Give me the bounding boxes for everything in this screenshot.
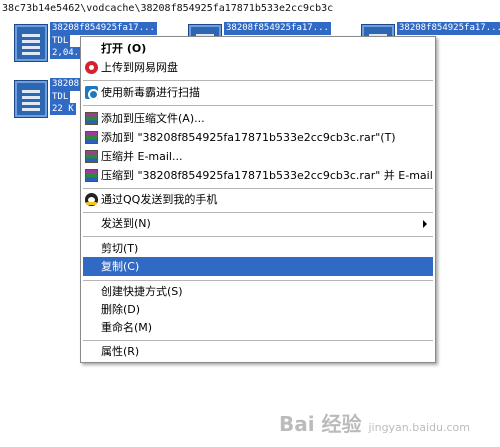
menu-item-label: 发送到(N) [101,217,151,230]
menu-item-label: 创建快捷方式(S) [101,285,183,298]
file-name: 38208f854925fa17... [50,22,157,35]
menu-separator [83,340,433,341]
menu-separator [83,80,433,81]
watermark-url: jingyan.baidu.com [368,421,470,434]
menu-item-label: 添加到 "38208f854925fa17871b533e2cc9cb3c.ra… [101,131,396,144]
menu-separator [83,236,433,237]
file-size: 22 K [50,103,76,115]
menu-item-rename[interactable]: 重命名(M) [83,318,433,337]
menu-item-label: 打开 (O) [101,42,147,55]
menu-item-properties[interactable]: 属性(R) [83,342,433,361]
qq-icon [85,193,98,206]
menu-item-label: 重命名(M) [101,321,153,334]
watermark: Bai 经验 jingyan.baidu.com [279,408,470,437]
menu-item-label: 使用新毒霸进行扫描 [101,86,200,99]
file-name: 38208f854925fa17... [397,22,500,35]
rar-icon [85,150,98,163]
menu-separator [83,280,433,281]
menu-item-qq-send[interactable]: 通过QQ发送到我的手机 [83,190,433,209]
menu-item-open[interactable]: 打开 (O) [83,39,433,58]
rar-icon [85,131,98,144]
menu-item-scan[interactable]: 使用新毒霸进行扫描 [83,83,433,102]
menu-item-cut[interactable]: 剪切(T) [83,239,433,258]
menu-separator [83,105,433,106]
rar-icon [85,112,98,125]
menu-item-label: 通过QQ发送到我的手机 [101,193,218,206]
menu-item-add-archive[interactable]: 添加到压缩文件(A)... [83,109,433,128]
menu-item-label: 压缩并 E-mail... [101,150,183,163]
menu-item-label: 属性(R) [101,345,140,358]
watermark-brand: Bai 经验 [278,412,362,436]
menu-item-send-to[interactable]: 发送到(N) [83,214,433,233]
menu-item-label: 剪切(T) [101,242,139,255]
file-icon [14,80,48,118]
menu-item-copy[interactable]: 复制(C) [83,257,433,276]
file-icon [14,24,48,62]
menu-item-label: 添加到压缩文件(A)... [101,112,205,125]
menu-item-label: 删除(D) [101,303,141,316]
submenu-arrow-icon [423,220,427,228]
menu-item-label: 复制(C) [101,260,140,273]
context-menu: 打开 (O) 上传到网易网盘 使用新毒霸进行扫描 添加到压缩文件(A)... 添… [80,36,436,363]
file-type: TDL [50,35,71,47]
file-type: TDL [50,91,71,103]
menu-item-compress-to-rar-email[interactable]: 压缩到 "38208f854925fa17871b533e2cc9cb3c.ra… [83,166,433,185]
menu-separator [83,188,433,189]
file-name: 38208f854925fa17... [224,22,331,35]
menu-item-label: 上传到网易网盘 [101,61,178,74]
menu-separator [83,212,433,213]
rar-icon [85,169,98,182]
netease-icon [85,61,98,74]
address-path: 38c73b14e5462\vodcache\38208f854925fa178… [0,0,500,18]
shield-icon [85,86,99,100]
menu-item-delete[interactable]: 删除(D) [83,300,433,319]
menu-item-upload-netease[interactable]: 上传到网易网盘 [83,58,433,77]
menu-item-add-to-rar[interactable]: 添加到 "38208f854925fa17871b533e2cc9cb3c.ra… [83,128,433,147]
menu-item-create-shortcut[interactable]: 创建快捷方式(S) [83,282,433,301]
menu-item-label: 压缩到 "38208f854925fa17871b533e2cc9cb3c.ra… [101,169,433,182]
menu-item-compress-email[interactable]: 压缩并 E-mail... [83,147,433,166]
